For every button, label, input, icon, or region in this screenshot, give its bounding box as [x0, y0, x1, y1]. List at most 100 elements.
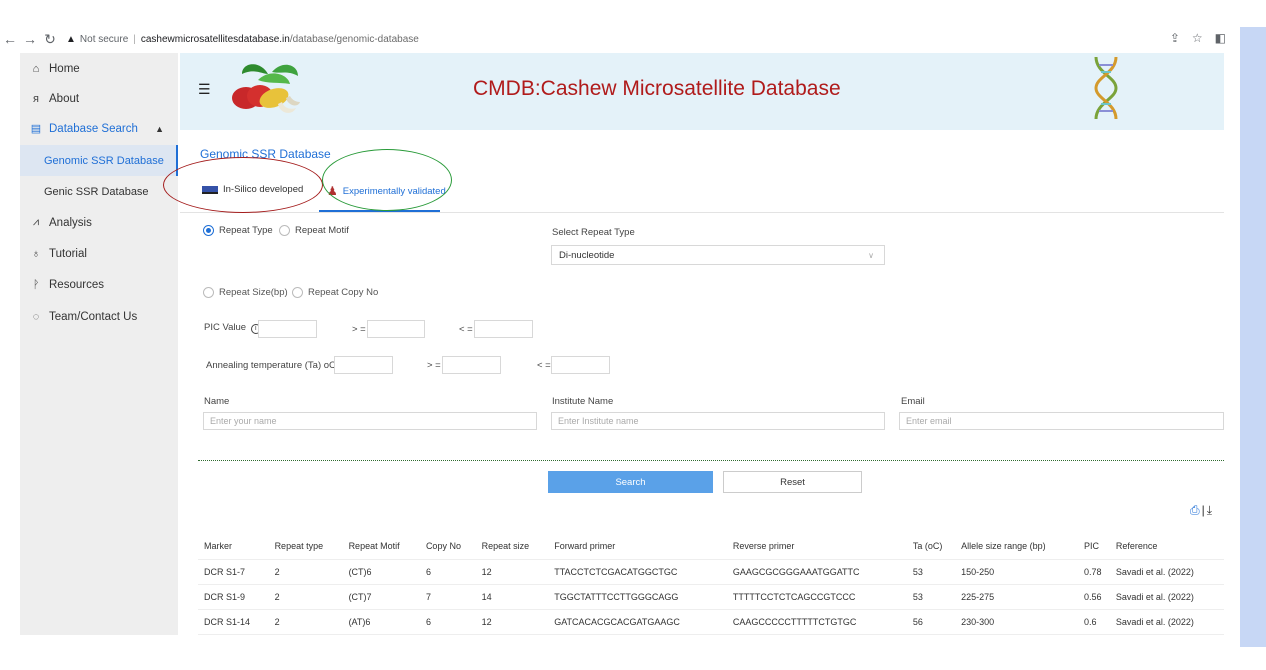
- cell-repeat-size: 12: [475, 559, 549, 585]
- page-title: CMDB:Cashew Microsatellite Database: [473, 77, 841, 100]
- sidebar-item-label: Resources: [49, 278, 104, 291]
- sidepanel-icon[interactable]: ◧: [1215, 31, 1226, 45]
- sidebar-item-genomic[interactable]: Genomic SSR Database: [20, 145, 178, 176]
- ta-max-input[interactable]: [551, 356, 610, 374]
- document-icon: ▤: [30, 123, 42, 135]
- lte-label: < =: [459, 324, 473, 335]
- dotted-divider: [198, 460, 1224, 461]
- table-header-row: Marker Repeat type Repeat Motif Copy No …: [198, 534, 1224, 560]
- cell-allele-size: 230-300: [955, 609, 1078, 635]
- email-field[interactable]: Enter email: [899, 412, 1224, 430]
- cell-copy-no: 7: [419, 584, 476, 610]
- radio-repeat-type[interactable]: Repeat Type: [203, 225, 273, 236]
- cell-reference: Savadi et al. (2022): [1109, 584, 1224, 610]
- tool-separator: |: [1201, 503, 1205, 517]
- cell-copy-no: 6: [419, 559, 476, 585]
- cell-ta: 53: [906, 584, 956, 610]
- name-label: Name: [204, 396, 230, 407]
- sidebar-item-resources[interactable]: ᚹ Resources: [20, 269, 178, 300]
- cell-pic: 0.56: [1077, 584, 1110, 610]
- chat-icon: ◌: [32, 310, 40, 323]
- name-placeholder: Enter your name: [210, 416, 277, 426]
- cell-reverse-primer: CAAGCCCCCTTTTTCTGTGC: [726, 609, 907, 635]
- radio-copy-no[interactable]: Repeat Copy No: [292, 287, 378, 298]
- sidebar-item-label: Team/Contact Us: [49, 310, 138, 323]
- sidebar-item-tutorial[interactable]: ♁ Tutorial: [20, 238, 178, 269]
- cell-repeat-motif: (AT)6: [342, 609, 420, 635]
- sidebar-item-label: About: [49, 92, 80, 105]
- cell-repeat-size: 14: [475, 584, 549, 610]
- table-row: DCR S1-9 2 (CT)7 7 14 TGGCTATTTCCTTGGGCA…: [198, 584, 1224, 610]
- col-reference[interactable]: Reference: [1109, 534, 1224, 560]
- browser-actions: ⇪ ☆ ◧: [1170, 31, 1226, 45]
- back-icon[interactable]: ←: [0, 31, 20, 47]
- col-copy-no[interactable]: Copy No: [419, 534, 476, 560]
- table-row: DCR S1-7 2 (CT)6 6 12 TTACCTCTCGACATGGCT…: [198, 559, 1224, 585]
- cell-forward-primer: GATCACACGCACGATGAAGC: [548, 609, 727, 635]
- pic-input[interactable]: [258, 320, 317, 338]
- col-pic[interactable]: PIC: [1077, 534, 1110, 560]
- ta-min-input[interactable]: [442, 356, 501, 374]
- cashew-logo: [232, 64, 300, 113]
- cell-repeat-type: 2: [268, 559, 343, 585]
- header-banner: ☰ CMDB:Cashew Microsatellite Database: [180, 53, 1224, 130]
- table-tools: ⎙ | ⤓: [1190, 503, 1212, 518]
- cell-repeat-size: 12: [475, 609, 549, 635]
- sidebar-item-home[interactable]: ⌂ Home: [20, 53, 178, 84]
- ta-gte-label: > =: [427, 360, 441, 371]
- cell-reference: Savadi et al. (2022): [1109, 609, 1224, 635]
- branch-icon: ᚹ: [32, 278, 40, 291]
- sidebar-item-analysis[interactable]: ⩘ Analysis: [20, 207, 178, 238]
- institute-field[interactable]: Enter Institute name: [551, 412, 885, 430]
- cell-reference: Savadi et al. (2022): [1109, 559, 1224, 585]
- sidebar: ⌂ Home ᴙ About ▤ Database Search ▲ Genom…: [20, 53, 178, 635]
- cell-ta: 53: [906, 559, 956, 585]
- radio-repeat-size[interactable]: Repeat Size(bp): [203, 287, 288, 298]
- sidebar-item-about[interactable]: ᴙ About: [20, 83, 178, 114]
- menu-toggle-icon[interactable]: ☰: [198, 81, 211, 98]
- radio-label: Repeat Type: [219, 225, 273, 236]
- cell-pic: 0.78: [1077, 559, 1110, 585]
- print-icon[interactable]: ⎙: [1190, 503, 1200, 518]
- url-host: cashewmicrosatellitesdatabase.in: [140, 33, 290, 45]
- address-bar[interactable]: ▲ Not secure | cashewmicrosatellitesdata…: [66, 34, 419, 45]
- sidebar-item-genic[interactable]: Genic SSR Database: [20, 176, 178, 207]
- cell-copy-no: 6: [419, 609, 476, 635]
- tab-divider: [180, 212, 1224, 213]
- cell-marker: DCR S1-7: [198, 559, 269, 585]
- pic-label: PIC Value i: [204, 322, 261, 334]
- col-repeat-size[interactable]: Repeat size: [475, 534, 549, 560]
- share-icon[interactable]: ⇪: [1170, 31, 1180, 45]
- radio-dot: [203, 287, 214, 298]
- reset-button[interactable]: Reset: [723, 471, 862, 493]
- repeat-type-select[interactable]: Di-nucleotide ∨: [551, 245, 885, 265]
- gte-label: > =: [352, 324, 366, 335]
- search-button[interactable]: Search: [548, 471, 713, 493]
- warning-icon: ▲: [66, 33, 76, 45]
- sidebar-item-database-search[interactable]: ▤ Database Search ▲: [20, 113, 178, 144]
- highlight-ellipse-green: [322, 149, 452, 211]
- side-panel-strip: [1240, 27, 1266, 647]
- col-repeat-motif[interactable]: Repeat Motif: [342, 534, 420, 560]
- sidebar-item-label: Database Search: [49, 122, 138, 135]
- col-repeat-type[interactable]: Repeat type: [268, 534, 343, 560]
- radio-dot: [279, 225, 290, 236]
- col-allele-size[interactable]: Allele size range (bp): [955, 534, 1078, 560]
- bookmark-star-icon[interactable]: ☆: [1192, 31, 1203, 45]
- col-forward-primer[interactable]: Forward primer: [548, 534, 727, 560]
- col-reverse-primer[interactable]: Reverse primer: [726, 534, 907, 560]
- reload-icon[interactable]: ↻: [40, 31, 60, 48]
- sidebar-item-team[interactable]: ◌ Team/Contact Us: [20, 301, 178, 332]
- pic-max-input[interactable]: [474, 320, 533, 338]
- radio-repeat-motif[interactable]: Repeat Motif: [279, 225, 349, 236]
- forward-icon[interactable]: →: [20, 31, 40, 47]
- ta-input[interactable]: [334, 356, 393, 374]
- col-marker[interactable]: Marker: [198, 534, 269, 560]
- download-icon[interactable]: ⤓: [1207, 503, 1212, 518]
- name-field[interactable]: Enter your name: [203, 412, 537, 430]
- highlight-ellipse-red: [163, 157, 323, 213]
- institute-placeholder: Enter Institute name: [558, 416, 639, 426]
- sidebar-item-label: Analysis: [49, 216, 92, 229]
- pic-min-input[interactable]: [367, 320, 425, 338]
- col-ta[interactable]: Ta (oC): [906, 534, 956, 560]
